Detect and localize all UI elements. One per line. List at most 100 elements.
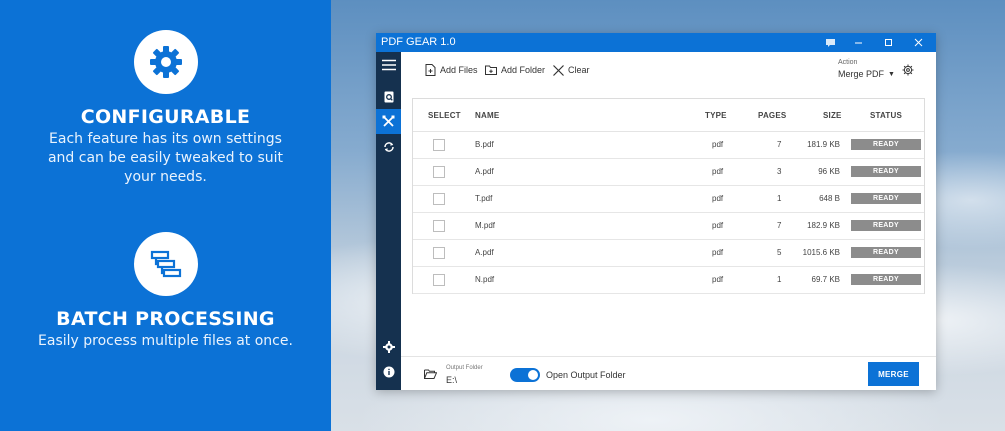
action-settings-button[interactable] [901, 63, 915, 77]
file-type: pdf [712, 221, 724, 230]
file-size: 96 KB [818, 167, 840, 176]
row-checkbox[interactable] [433, 274, 445, 286]
file-type: pdf [712, 167, 724, 176]
add-folder-label: Add Folder [501, 65, 546, 75]
file-type: pdf [712, 248, 724, 257]
status-badge: READY [851, 220, 921, 231]
feature-title: CONFIGURABLE [80, 106, 251, 128]
app-window: PDF GEAR 1.0 Add Files Add Folder Clear … [376, 33, 936, 390]
column-pages[interactable]: PAGES [758, 111, 786, 120]
file-size: 69.7 KB [811, 275, 840, 284]
sidebar [376, 52, 401, 390]
close-icon [914, 38, 922, 47]
toggle-knob [528, 370, 538, 380]
table-row[interactable]: T.pdf pdf 1 648 B READY [413, 186, 924, 213]
table-row[interactable]: N.pdf pdf 1 69.7 KB READY [413, 267, 924, 294]
file-pages: 7 [777, 221, 782, 230]
file-pages: 5 [777, 248, 782, 257]
output-folder-label: Output Folder [446, 365, 483, 371]
promo-panel: CONFIGURABLE Each feature has its own se… [0, 0, 331, 431]
status-badge: READY [851, 139, 921, 150]
file-size: 181.9 KB [807, 140, 840, 149]
maximize-button[interactable] [874, 33, 902, 52]
open-output-toggle[interactable] [510, 368, 540, 382]
file-type: pdf [712, 194, 724, 203]
file-name: M.pdf [475, 221, 496, 230]
stack-icon [133, 232, 198, 296]
row-checkbox[interactable] [433, 247, 445, 259]
action-value: Merge PDF [838, 69, 885, 79]
status-badge: READY [851, 193, 921, 204]
sync-icon [383, 141, 394, 152]
file-name: B.pdf [475, 140, 494, 149]
row-checkbox[interactable] [433, 166, 445, 178]
sidebar-item-convert[interactable] [376, 134, 401, 159]
output-folder-value[interactable]: E:\ [446, 375, 457, 385]
row-checkbox[interactable] [433, 220, 445, 232]
chat-icon [825, 38, 835, 47]
column-type[interactable]: TYPE [705, 111, 727, 120]
column-name[interactable]: NAME [475, 111, 499, 120]
title-bar[interactable]: PDF GEAR 1.0 [376, 33, 936, 52]
merge-button[interactable]: MERGE [868, 362, 919, 386]
add-file-icon [425, 64, 436, 76]
file-type: pdf [712, 275, 724, 284]
clear-button[interactable]: Clear [553, 62, 590, 78]
caret-down-icon: ▼ [888, 70, 895, 78]
sidebar-item-viewer[interactable] [376, 84, 401, 109]
add-folder-button[interactable]: Add Folder [485, 62, 545, 78]
row-checkbox[interactable] [433, 193, 445, 205]
open-output-label: Open Output Folder [546, 370, 626, 380]
table-row[interactable]: M.pdf pdf 7 182.9 KB READY [413, 213, 924, 240]
row-checkbox[interactable] [433, 139, 445, 151]
feature-description: Easily process multiple files at once. [38, 333, 293, 349]
file-pages: 3 [777, 167, 782, 176]
table-row[interactable]: A.pdf pdf 5 1015.6 KB READY [413, 240, 924, 267]
file-size: 1015.6 KB [802, 248, 840, 257]
menu-button[interactable] [376, 52, 401, 77]
file-name: T.pdf [475, 194, 493, 203]
tools-icon [382, 115, 395, 127]
gear-icon [133, 30, 198, 94]
file-table: SELECT NAME TYPE PAGES SIZE STATUS B.pdf… [412, 98, 925, 294]
column-select[interactable]: SELECT [428, 111, 461, 120]
file-size: 648 B [819, 194, 840, 203]
add-files-label: Add Files [440, 65, 478, 75]
file-name: A.pdf [475, 167, 494, 176]
sidebar-item-tools[interactable] [376, 109, 401, 134]
table-row[interactable]: B.pdf pdf 7 181.9 KB READY [413, 132, 924, 159]
add-folder-icon [485, 65, 497, 75]
action-dropdown[interactable]: Merge PDF ▼ [838, 69, 895, 79]
open-folder-icon[interactable] [424, 369, 437, 379]
footer-bar: Output Folder E:\ Open Output Folder MER… [401, 356, 936, 390]
toolbar: Add Files Add Folder Clear Action Merge … [401, 52, 936, 88]
file-type: pdf [712, 140, 724, 149]
table-header: SELECT NAME TYPE PAGES SIZE STATUS [413, 99, 924, 132]
file-size: 182.9 KB [807, 221, 840, 230]
minimize-icon [854, 42, 862, 44]
close-button[interactable] [904, 33, 932, 52]
sidebar-item-settings[interactable] [376, 334, 401, 359]
gear-icon [382, 340, 395, 353]
sidebar-item-about[interactable] [376, 359, 401, 384]
feature-title: BATCH PROCESSING [56, 308, 275, 330]
column-status[interactable]: STATUS [870, 111, 902, 120]
table-row[interactable]: A.pdf pdf 3 96 KB READY [413, 159, 924, 186]
status-badge: READY [851, 247, 921, 258]
hamburger-icon [381, 59, 396, 70]
document-search-icon [384, 91, 393, 102]
info-icon [383, 366, 394, 377]
feature-description: Each feature has its own settings and ca… [47, 131, 284, 185]
status-badge: READY [851, 166, 921, 177]
maximize-icon [884, 39, 892, 46]
feature-batch-processing: BATCH PROCESSING Easily process multiple… [0, 232, 331, 351]
column-size[interactable]: SIZE [823, 111, 842, 120]
add-files-button[interactable]: Add Files [425, 62, 478, 78]
file-name: N.pdf [475, 275, 495, 284]
feedback-button[interactable] [816, 33, 844, 52]
action-label: Action [838, 59, 858, 66]
app-title: PDF GEAR 1.0 [381, 36, 456, 48]
file-pages: 7 [777, 140, 782, 149]
minimize-button[interactable] [844, 33, 872, 52]
feature-configurable: CONFIGURABLE Each feature has its own se… [0, 30, 331, 187]
